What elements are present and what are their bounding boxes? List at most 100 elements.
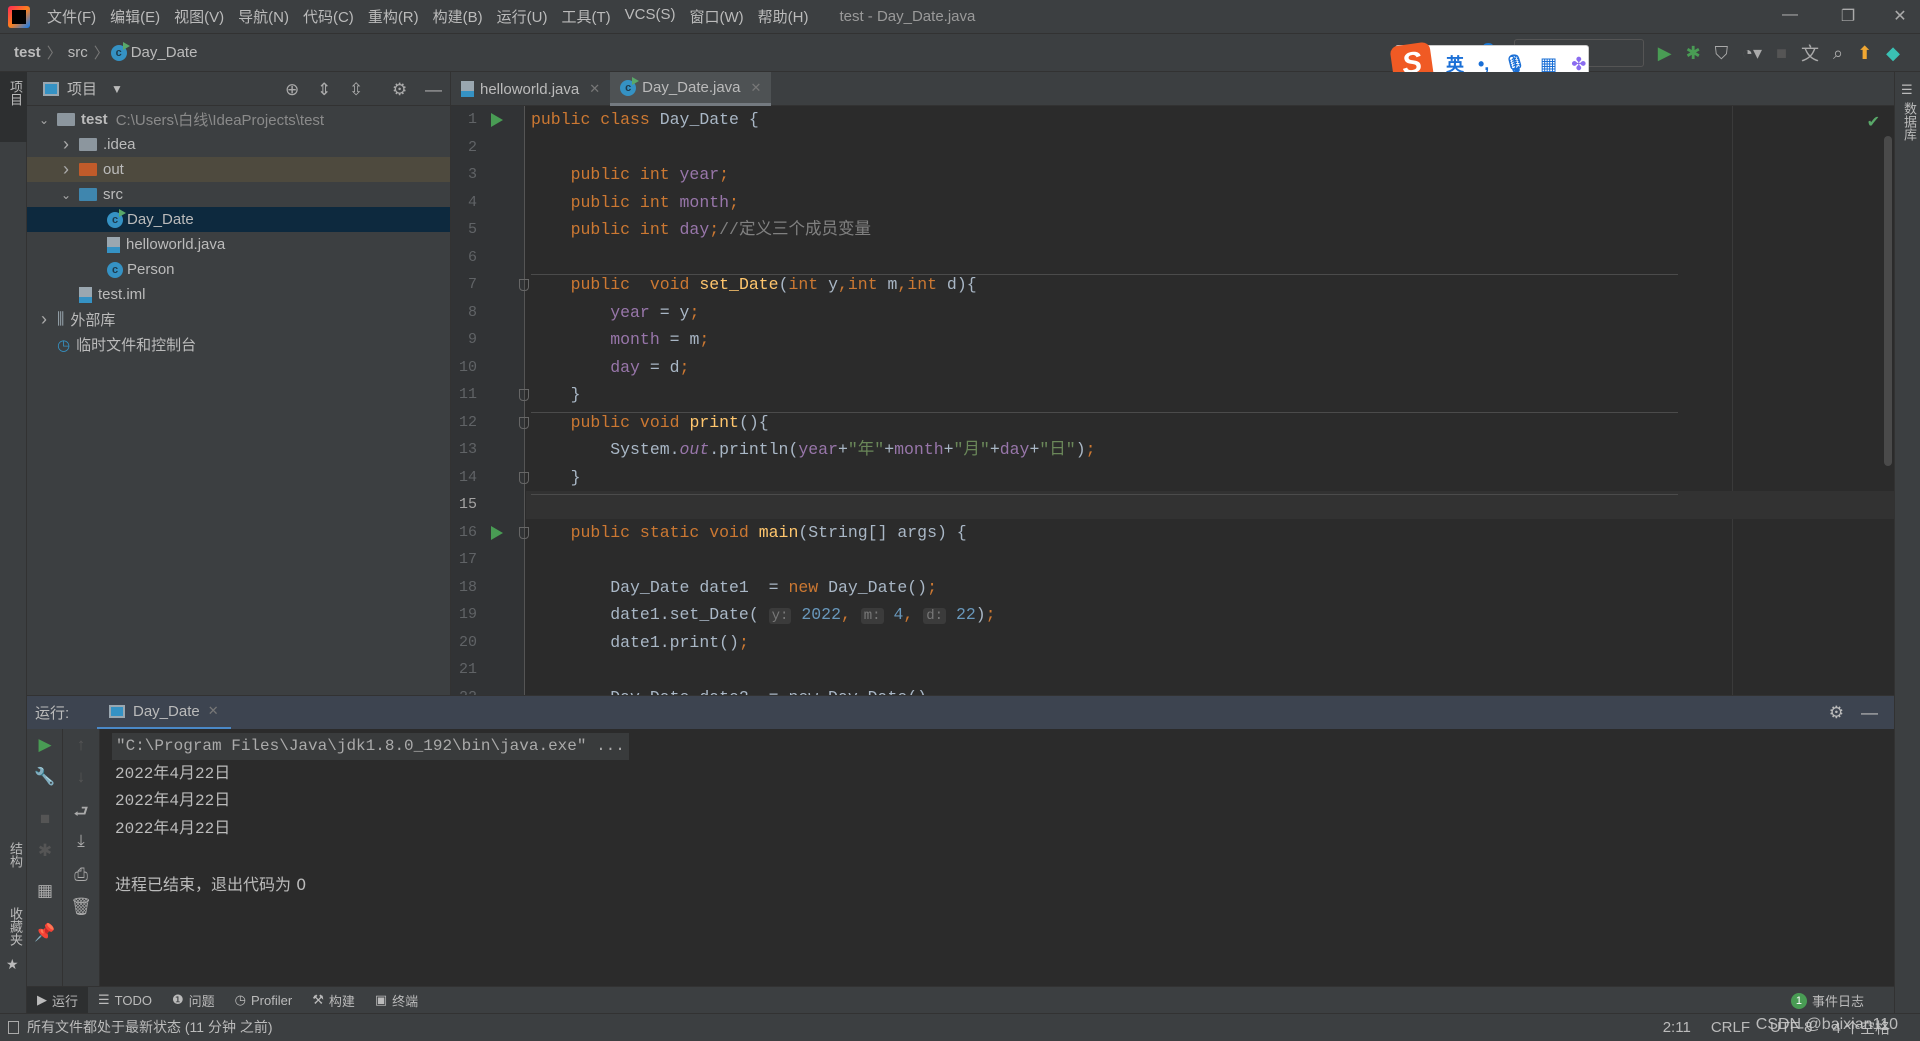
code-line[interactable]: public void print(){ [531,409,769,437]
breadcrumb-src[interactable]: src [64,44,92,61]
tree-item[interactable]: › ⫼ 外部库 [27,307,450,332]
fold-marker-icon[interactable] [519,471,529,484]
code-line[interactable]: year = y; [531,299,699,327]
tree-item[interactable]: c Person [27,257,450,282]
close-tab-icon[interactable]: ✕ [589,81,600,97]
fold-marker-icon[interactable] [519,416,529,429]
trash-icon[interactable]: 🗑 [63,897,99,917]
hide-icon[interactable]: — [425,80,442,100]
restore-button[interactable]: ❐ [1828,6,1868,26]
menu-item[interactable]: 导航(N) [231,6,296,27]
tool-window-problems[interactable]: ❶ 问题 [162,987,225,1014]
tool-window-profiler[interactable]: ◷ Profiler [225,987,303,1014]
menu-item[interactable]: 文件(F) [40,6,103,27]
close-window-button[interactable]: ✕ [1880,6,1920,26]
chevron-right-icon[interactable]: › [37,309,51,330]
stop-icon[interactable]: ■ [27,809,63,829]
chevron-down-icon[interactable]: ⌄ [37,113,51,127]
coverage-icon[interactable]: ⛉ [1715,43,1729,64]
run-gutter-icon[interactable] [491,113,503,127]
plugin-icon[interactable]: ◆ [1886,43,1900,64]
arrow-down-icon[interactable]: ↓ [63,767,99,787]
run-icon[interactable]: ▶ [1658,43,1672,64]
menu-item[interactable]: 重构(R) [361,6,426,27]
run-tab-day-date[interactable]: Day_Date ✕ [97,696,231,730]
gear-icon[interactable]: ⚙ [392,80,407,100]
chevron-right-icon[interactable]: › [59,159,73,180]
debug-restart-icon[interactable]: ✱ [27,841,63,861]
code-line[interactable]: date1.set_Date( y: 2022, m: 4, d: 22); [531,601,996,629]
gear-icon[interactable]: ⚙ [1829,703,1844,723]
event-log-button[interactable]: 1 事件日志 [1790,987,1864,1014]
code-line[interactable]: public void set_Date(int y,int m,int d){ [531,271,977,299]
scroll-to-end-icon[interactable]: ⤓ [63,831,99,851]
menu-item[interactable]: 代码(C) [296,6,361,27]
tree-item[interactable]: helloworld.java [27,232,450,257]
code-line[interactable]: date1.print(); [531,629,749,657]
print-icon[interactable]: ⎙ [63,865,99,885]
tab-day-date[interactable]: c Day_Date.java ✕ [610,72,772,106]
locate-icon[interactable]: ⊕ [285,80,299,100]
menu-item[interactable]: 视图(V) [167,6,231,27]
minimize-button[interactable]: — [1770,6,1810,24]
fold-marker-icon[interactable] [519,526,529,539]
tree-item[interactable]: › out [27,157,450,182]
breadcrumb-file[interactable]: Day_Date [127,44,202,61]
hide-icon[interactable]: — [1861,703,1878,723]
code-line[interactable]: System.out.println(year+"年"+month+"月"+da… [531,436,1095,464]
code-line[interactable]: public static void main(String[] args) { [531,519,967,547]
code-line[interactable]: month = m; [531,326,709,354]
line-separator[interactable]: CRLF [1711,1019,1750,1036]
layout-icon[interactable]: ▦ [27,881,63,901]
run-gutter-icon[interactable] [491,525,503,540]
chevron-down-icon[interactable]: ⌄ [59,188,73,202]
tab-helloworld[interactable]: helloworld.java ✕ [451,72,610,106]
tree-item[interactable]: test.iml [27,282,450,307]
pin-icon[interactable]: 📌 [27,923,63,943]
code-line[interactable]: public int month; [531,189,739,217]
stop-icon[interactable]: ■ [1776,43,1787,64]
tool-project[interactable]: 项目 [6,80,25,106]
tool-structure[interactable]: 结构 [6,842,25,868]
close-tab-icon[interactable]: ✕ [751,80,762,96]
rerun-icon[interactable]: ▶ [27,735,63,755]
menu-item[interactable]: 构建(B) [426,6,490,27]
code-line[interactable]: public int year; [531,161,729,189]
tool-database[interactable]: 数据库 [1900,102,1919,141]
project-view-select[interactable]: 项目 [67,78,97,99]
caret-position[interactable]: 2:11 [1663,1019,1691,1036]
code-editor[interactable]: 12345678910111213141516171819202122 publ… [451,106,1894,695]
debug-icon[interactable]: ✱ [1686,43,1701,64]
tree-item[interactable]: › .idea [27,132,450,157]
tree-item[interactable]: ⌄ test C:\Users\白线\IdeaProjects\test [27,107,450,132]
tool-window-list[interactable]: ☰ TODO [88,987,162,1014]
arrow-up-icon[interactable]: ↑ [63,735,99,755]
profile-icon[interactable]: ◔▾ [1742,43,1762,64]
close-tab-icon[interactable]: ✕ [208,703,219,719]
collapse-all-icon[interactable]: ⇳ [349,80,363,100]
status-toggle-icon[interactable] [8,1020,19,1034]
menu-item[interactable]: 运行(U) [490,6,555,27]
tool-window-run[interactable]: ▶ 运行 [27,986,89,1014]
console-output[interactable]: "C:\Program Files\Java\jdk1.8.0_192\bin\… [100,729,1894,986]
tree-item[interactable]: ◷ 临时文件和控制台 [27,332,450,357]
menu-item[interactable]: VCS(S) [618,6,683,27]
code-line[interactable]: } [531,381,581,409]
search-icon[interactable]: ⌕ [1833,43,1843,64]
code-line[interactable]: Day_Date date2 = new Day_Date() [531,684,927,696]
tool-favorites[interactable]: 收藏夹 [6,907,25,946]
tree-item[interactable]: ⌄ src [27,182,450,207]
chevron-right-icon[interactable]: › [59,134,73,155]
menu-item[interactable]: 工具(T) [554,6,617,27]
code-line[interactable]: day = d; [531,354,689,382]
tree-item[interactable]: c Day_Date [27,207,450,232]
update-icon[interactable]: ⬆ [1857,43,1872,64]
code-line[interactable]: public class Day_Date { [531,106,759,134]
menu-item[interactable]: 编辑(E) [103,6,167,27]
code-line[interactable]: public int day;//定义三个成员变量 [531,216,871,244]
code-line[interactable]: } [531,464,581,492]
fold-marker-icon[interactable] [519,279,529,291]
tool-window-build[interactable]: ⚒ 构建 [302,987,365,1014]
breadcrumb-project[interactable]: test [0,44,45,61]
chevron-down-icon[interactable]: ▼ [111,82,123,96]
